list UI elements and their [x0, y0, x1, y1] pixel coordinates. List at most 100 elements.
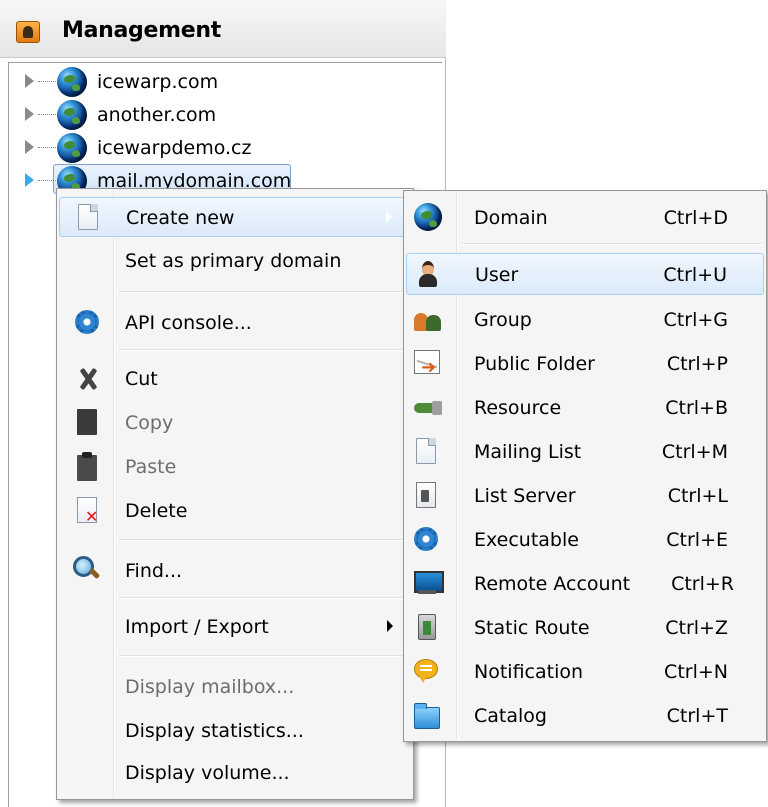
tree-connector	[38, 114, 58, 115]
panel-title: Management	[62, 18, 221, 43]
expand-arrow-icon[interactable]	[25, 74, 34, 88]
submenu-item-label: Group	[474, 309, 532, 331]
shortcut-label: Ctrl+E	[666, 529, 728, 551]
shortcut-label: Ctrl+R	[671, 573, 734, 595]
document-icon	[416, 438, 436, 464]
paste-icon	[77, 452, 97, 481]
submenu-item-static-route[interactable]: Static Route Ctrl+Z	[406, 607, 764, 649]
menu-separator	[119, 539, 407, 541]
tree-connector	[38, 147, 58, 148]
folder-icon	[414, 703, 440, 729]
submenu-item-label: Executable	[474, 529, 579, 551]
menu-item-display-mailbox[interactable]: Display mailbox...	[59, 667, 411, 707]
menu-item-import-export[interactable]: Import / Export	[59, 607, 411, 647]
document-icon	[78, 204, 98, 230]
expand-arrow-icon[interactable]	[25, 140, 34, 154]
globe-icon	[57, 67, 87, 97]
expand-arrow-icon[interactable]	[25, 173, 34, 187]
create-new-submenu: Domain Ctrl+D User Ctrl+U Group Ctrl+G P…	[403, 190, 767, 742]
shortcut-label: Ctrl+Z	[665, 617, 728, 639]
menu-item-label: Display volume...	[125, 762, 290, 784]
menu-item-label: Create new	[126, 207, 235, 229]
shortcut-label: Ctrl+L	[667, 485, 728, 507]
panel-header: Management	[0, 0, 446, 58]
static-route-icon	[418, 614, 436, 640]
shortcut-label: Ctrl+B	[665, 397, 728, 419]
menu-item-label: Set as primary domain	[125, 250, 342, 272]
shortcut-label: Ctrl+D	[663, 207, 728, 229]
menu-item-create-new[interactable]: Create new	[59, 197, 411, 237]
globe-icon	[414, 203, 442, 231]
menu-separator	[119, 291, 407, 293]
delete-icon	[77, 497, 98, 526]
submenu-item-label: Catalog	[474, 705, 547, 727]
submenu-item-label: User	[475, 264, 519, 286]
menu-item-display-volume[interactable]: Display volume...	[59, 753, 411, 793]
menu-item-label: Find...	[125, 560, 183, 582]
submenu-item-label: Public Folder	[474, 353, 595, 375]
shortcut-label: Ctrl+G	[663, 309, 728, 331]
menu-item-label: Display statistics...	[125, 720, 304, 742]
tree-connector	[38, 81, 58, 82]
copy-icon	[77, 409, 97, 435]
menu-item-api-console[interactable]: API console...	[59, 303, 411, 343]
user-icon	[419, 261, 437, 287]
menu-item-label: Paste	[125, 456, 177, 478]
submenu-item-resource[interactable]: Resource Ctrl+B	[406, 387, 764, 429]
menu-item-copy[interactable]: Copy	[59, 403, 411, 443]
submenu-item-label: Resource	[474, 397, 562, 419]
shortcut-label: Ctrl+M	[661, 441, 728, 463]
shortcut-label: Ctrl+P	[666, 353, 728, 375]
expand-arrow-icon[interactable]	[25, 107, 34, 121]
submenu-item-user[interactable]: User Ctrl+U	[406, 253, 764, 295]
submenu-item-domain[interactable]: Domain Ctrl+D	[406, 197, 764, 239]
submenu-item-label: Static Route	[474, 617, 590, 639]
menu-item-label: API console...	[125, 312, 252, 334]
tree-item-domain[interactable]: icewarpdemo.cz	[9, 131, 429, 165]
notification-icon	[414, 659, 438, 683]
submenu-item-list-server[interactable]: List Server Ctrl+L	[406, 475, 764, 517]
tree-item-domain[interactable]: another.com	[9, 98, 429, 132]
submenu-item-mailing-list[interactable]: Mailing List Ctrl+M	[406, 431, 764, 473]
scissors-icon	[77, 367, 99, 391]
shortcut-label: Ctrl+N	[664, 661, 728, 683]
menu-item-cut[interactable]: Cut	[59, 359, 411, 399]
menu-separator	[119, 349, 407, 351]
tree-item-label: icewarpdemo.cz	[97, 137, 252, 159]
menu-item-label: Cut	[125, 368, 158, 390]
shortcut-label: Ctrl+U	[663, 264, 727, 286]
submenu-item-remote-account[interactable]: Remote Account Ctrl+R	[406, 563, 764, 605]
submenu-item-catalog[interactable]: Catalog Ctrl+T	[406, 695, 764, 737]
menu-separator	[462, 243, 762, 245]
globe-icon	[57, 100, 87, 130]
menu-item-find[interactable]: Find...	[59, 551, 411, 591]
gear-icon	[75, 310, 99, 334]
monitor-icon	[414, 571, 444, 595]
globe-icon	[57, 133, 87, 163]
submenu-item-notification[interactable]: Notification Ctrl+N	[406, 651, 764, 693]
menu-item-label: Import / Export	[125, 616, 269, 638]
submenu-arrow-icon	[386, 211, 392, 223]
menu-item-delete[interactable]: Delete	[59, 491, 411, 531]
menu-item-paste[interactable]: Paste	[59, 447, 411, 487]
menu-item-label: Copy	[125, 412, 174, 434]
list-server-icon	[416, 482, 436, 508]
submenu-item-public-folder[interactable]: Public Folder Ctrl+P	[406, 343, 764, 385]
submenu-item-label: Notification	[474, 661, 584, 683]
context-menu: Create new Set as primary domain API con…	[56, 188, 414, 800]
magnifier-icon	[73, 556, 99, 582]
tree-connector	[38, 180, 58, 181]
menu-item-display-statistics[interactable]: Display statistics...	[59, 711, 411, 751]
submenu-item-label: Mailing List	[474, 441, 582, 463]
submenu-item-label: Domain	[474, 207, 548, 229]
submenu-item-executable[interactable]: Executable Ctrl+E	[406, 519, 764, 561]
menu-separator	[119, 597, 407, 599]
menu-item-label: Delete	[125, 500, 188, 522]
tree-item-domain[interactable]: icewarp.com	[9, 65, 429, 99]
submenu-item-label: List Server	[474, 485, 576, 507]
public-folder-icon	[414, 350, 440, 378]
resource-icon	[414, 401, 442, 415]
submenu-item-group[interactable]: Group Ctrl+G	[406, 299, 764, 341]
management-icon	[16, 21, 40, 43]
menu-item-set-primary-domain[interactable]: Set as primary domain	[59, 241, 411, 281]
